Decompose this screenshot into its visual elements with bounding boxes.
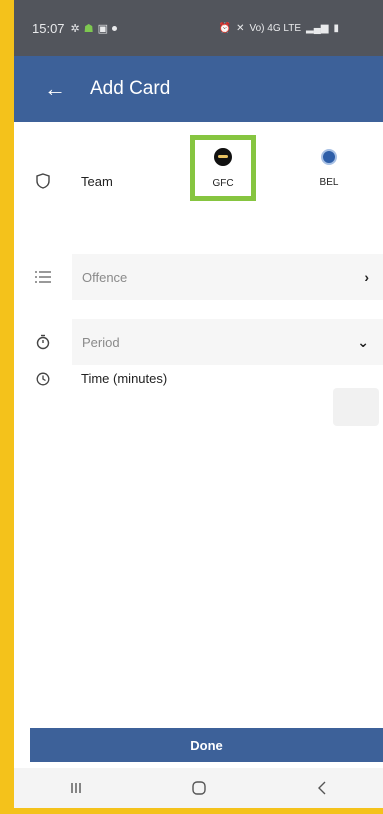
period-placeholder: Period — [82, 334, 120, 350]
team-code-bel: BEL — [319, 176, 339, 188]
time-minutes-input[interactable] — [333, 388, 379, 426]
status-time: 15:07 — [32, 20, 65, 36]
yellow-frame-bottom — [0, 808, 383, 814]
shield-icon — [34, 172, 52, 190]
system-navigation-bar — [14, 768, 383, 808]
back-arrow-icon[interactable]: ← — [44, 76, 74, 102]
network-type-label: Vo) 4G LTE — [249, 22, 302, 34]
app-notification-icon: ☗ — [83, 22, 94, 35]
bel-logo-icon — [321, 148, 337, 165]
page-title: Add Card — [90, 78, 171, 99]
clock-icon — [34, 370, 52, 388]
battery-icon: ▮ — [333, 22, 339, 34]
team-label: Team — [81, 174, 113, 189]
signal-icon: ▂▄▆ — [306, 22, 329, 34]
phone-screen: 15:07 ✲ ☗ ▣ ⏰ ✕ Vo) 4G LTE ▂▄▆ ▮ ← Add C… — [14, 0, 383, 808]
status-notification-icons: ✲ ☗ ▣ — [71, 22, 118, 35]
status-system-icons: ⏰ ✕ Vo) 4G LTE ▂▄▆ ▮ — [219, 23, 371, 34]
stopwatch-icon — [34, 333, 52, 351]
period-field[interactable]: Period ⌄ — [72, 319, 383, 365]
chevron-down-icon: ⌄ — [357, 333, 369, 350]
status-bar: 15:07 ✲ ☗ ▣ ⏰ ✕ Vo) 4G LTE ▂▄▆ ▮ — [14, 0, 383, 56]
team-option-gfc[interactable]: GFC — [190, 135, 256, 201]
more-notifications-dot-icon — [112, 25, 118, 31]
gallery-icon: ▣ — [97, 22, 109, 35]
chevron-right-icon: › — [364, 269, 369, 285]
gfc-logo-icon — [214, 147, 232, 166]
done-button[interactable]: Done — [30, 728, 383, 762]
team-row: Team GFC BEL — [14, 122, 383, 242]
app-bar: ← Add Card — [14, 56, 383, 122]
alarm-icon: ⏰ — [218, 22, 232, 34]
mute-icon: ✕ — [236, 22, 245, 34]
time-label: Time (minutes) — [81, 371, 168, 386]
team-option-bel[interactable]: BEL — [296, 135, 362, 201]
offence-placeholder: Offence — [82, 269, 128, 285]
team-code-gfc: GFC — [212, 177, 234, 189]
yellow-frame-left — [0, 0, 14, 814]
sync-icon: ✲ — [70, 22, 80, 35]
offence-field[interactable]: Offence › — [72, 254, 383, 300]
back-icon[interactable] — [292, 771, 352, 805]
list-icon — [34, 268, 52, 286]
recent-apps-icon[interactable] — [46, 771, 106, 805]
home-icon[interactable] — [169, 771, 229, 805]
